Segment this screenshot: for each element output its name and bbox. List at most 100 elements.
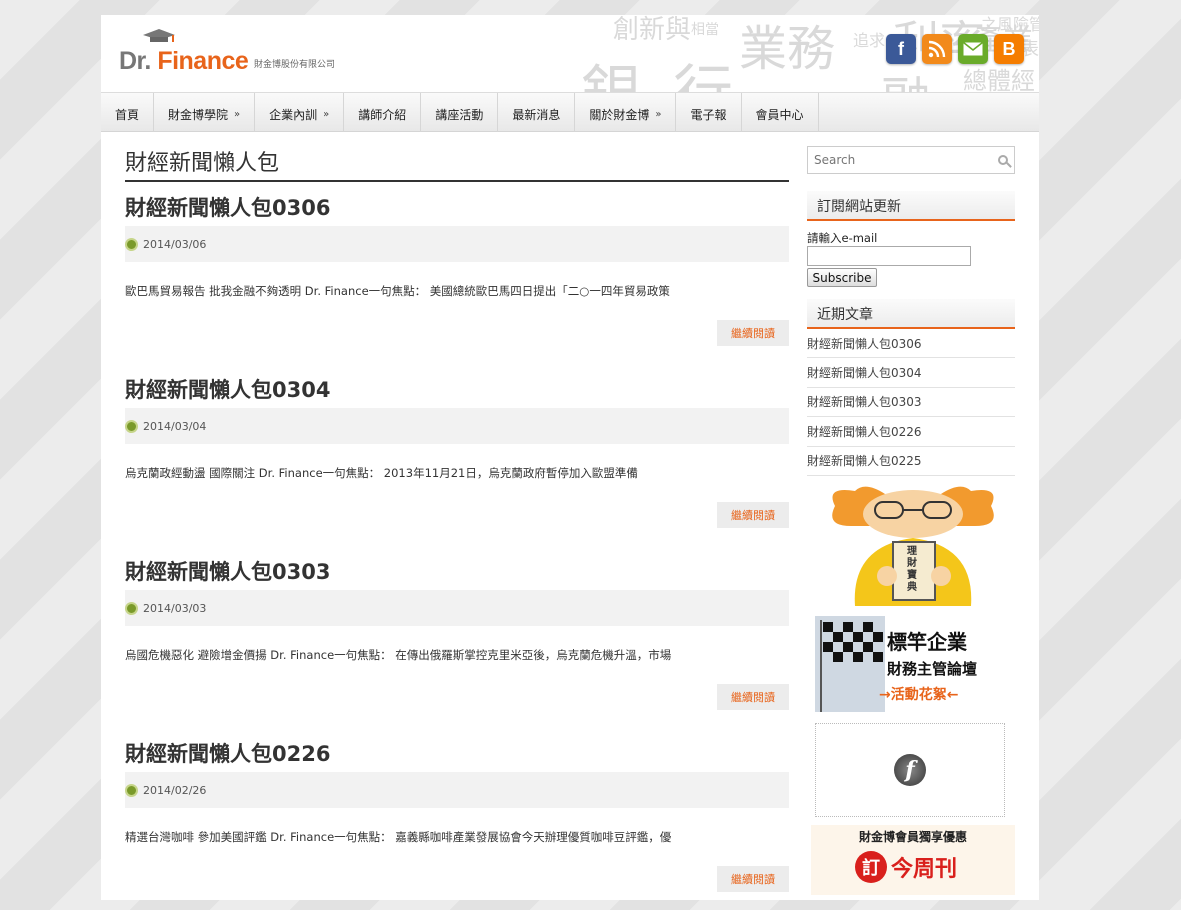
nav-label: 會員中心 bbox=[755, 108, 804, 122]
email-icon[interactable] bbox=[958, 34, 988, 64]
nav-item-seminars[interactable]: 講座活動 bbox=[421, 93, 499, 132]
rss-icon[interactable] bbox=[922, 34, 952, 64]
nav-item-about[interactable]: 關於財金博 » bbox=[575, 93, 677, 132]
sidebar: 訂閱網站更新 請輸入e-mail Subscribe 近期文章 財經新聞懶人包0… bbox=[807, 132, 1015, 895]
banner-offer-badge: 訂 bbox=[855, 850, 887, 883]
search-icon[interactable] bbox=[998, 155, 1008, 165]
main-nav: 首頁 財金博學院 » 企業內訓 » 講師介紹 講座活動 最新消息 關於財金博 » 電子… bbox=[101, 92, 1039, 132]
banner-line2: 財務主管論壇 bbox=[887, 659, 978, 678]
flash-plugin-icon: f bbox=[894, 753, 926, 786]
nav-label: 關於財金博 bbox=[589, 108, 650, 122]
clock-icon bbox=[125, 419, 138, 433]
forum-highlights-banner[interactable]: 標竿企業 財務主管論壇 →活動花絮← bbox=[815, 615, 999, 712]
read-more-button[interactable]: 繼續閱讀 bbox=[717, 502, 789, 528]
post-title-link[interactable]: 財經新聞懶人包0304 bbox=[125, 364, 789, 408]
nav-label: 電子報 bbox=[690, 108, 727, 122]
post-excerpt: 烏克蘭政經動盪 國際關注 Dr. Finance一句焦點： 2013年11月21… bbox=[125, 466, 638, 480]
nav-item-news[interactable]: 最新消息 bbox=[498, 93, 576, 132]
post-item: 財經新聞懶人包0304 2014/03/04 烏克蘭政經動盪 國際關注 Dr. … bbox=[125, 364, 789, 546]
clock-icon bbox=[125, 601, 138, 615]
recent-post-link[interactable]: 財經新聞懶人包0226 bbox=[807, 417, 1015, 447]
bg-word: 融 bbox=[881, 61, 931, 92]
flash-placeholder[interactable]: f bbox=[815, 722, 1005, 817]
recent-post-link[interactable]: 財經新聞懶人包0306 bbox=[807, 329, 1015, 359]
clock-icon bbox=[125, 237, 138, 251]
post-title-link[interactable]: 財經新聞懶人包0306 bbox=[125, 182, 789, 226]
facebook-glyph: f bbox=[898, 38, 904, 59]
nav-label: 企業內訓 bbox=[269, 108, 318, 122]
banner-book-title: 理財寶典 bbox=[907, 545, 917, 593]
blogger-icon[interactable]: B bbox=[994, 34, 1024, 64]
recent-post-link[interactable]: 財經新聞懶人包0304 bbox=[807, 358, 1015, 388]
checkered-flag-icon bbox=[815, 615, 885, 712]
page-container: 創新與 相當 業務 追求 利率 產業 之風險管理 行 總體經 表 銀 融 Dr.… bbox=[101, 15, 1039, 900]
bg-word: 業務 bbox=[739, 21, 836, 77]
bg-word: 追求 bbox=[853, 31, 886, 50]
post-meta: 2014/03/06 bbox=[125, 226, 789, 262]
page-title: 財經新聞懶人包 bbox=[125, 132, 789, 182]
banner-line3: →活動花絮← bbox=[879, 686, 959, 703]
nav-item-newsletter[interactable]: 電子報 bbox=[676, 93, 742, 132]
post-meta: 2014/02/26 bbox=[125, 772, 789, 808]
logo-wordmark: Dr. Finance bbox=[119, 47, 249, 76]
nav-label: 最新消息 bbox=[512, 108, 561, 122]
post-title-link[interactable]: 財經新聞懶人包0226 bbox=[125, 728, 789, 772]
nav-item-academy[interactable]: 財金博學院 » bbox=[154, 93, 256, 132]
recent-posts-title: 近期文章 bbox=[807, 299, 1015, 329]
site-header: 創新與 相當 業務 追求 利率 產業 之風險管理 行 總體經 表 銀 融 Dr.… bbox=[101, 15, 1039, 92]
post-date: 2014/03/03 bbox=[143, 601, 207, 615]
bg-word: 總體經 bbox=[963, 67, 1035, 92]
finance-book-banner[interactable]: 理財寶典 bbox=[825, 486, 1001, 606]
nav-item-home[interactable]: 首頁 bbox=[101, 93, 155, 132]
member-offer-banner[interactable]: 財金博會員獨享優惠 訂 今周刊 bbox=[811, 824, 1015, 895]
post-date: 2014/03/04 bbox=[143, 419, 207, 433]
nav-label: 財金博學院 bbox=[168, 108, 229, 122]
email-label: 請輸入e-mail bbox=[807, 231, 878, 245]
subscribe-widget-title: 訂閱網站更新 bbox=[807, 191, 1015, 221]
banner-offer-title: 財金博會員獨享優惠 bbox=[858, 829, 967, 844]
nav-item-instructors[interactable]: 講師介紹 bbox=[344, 93, 422, 132]
nav-label: 首頁 bbox=[115, 108, 140, 122]
graduation-cap-icon bbox=[143, 29, 175, 42]
bg-word: 相當 bbox=[691, 22, 719, 38]
post-excerpt: 歐巴馬貿易報告 批我金融不夠透明 Dr. Finance一句焦點： 美國總統歐巴… bbox=[125, 284, 670, 298]
bg-word: 行 bbox=[673, 45, 733, 92]
read-more-button[interactable]: 繼續閱讀 bbox=[717, 866, 789, 892]
site-logo[interactable]: Dr. Finance 財金博股份有限公司 bbox=[119, 29, 359, 79]
rss-glyph bbox=[928, 40, 946, 58]
nav-label: 講座活動 bbox=[435, 108, 484, 122]
banner-line1: 標竿企業 bbox=[887, 629, 967, 654]
nav-item-corporate-training[interactable]: 企業內訓 » bbox=[255, 93, 345, 132]
bg-word: 銀 bbox=[581, 45, 641, 92]
post-meta: 2014/03/04 bbox=[125, 408, 789, 444]
post-date: 2014/02/26 bbox=[143, 783, 207, 797]
post-date: 2014/03/06 bbox=[143, 237, 207, 251]
post-excerpt: 精選台灣咖啡 參加美國評鑑 Dr. Finance一句焦點： 嘉義縣咖啡產業發展… bbox=[125, 830, 672, 844]
subscribe-button[interactable]: Subscribe bbox=[807, 268, 877, 287]
banner-magazine-name: 今周刊 bbox=[891, 856, 958, 882]
search-input[interactable] bbox=[808, 153, 988, 167]
submenu-arrow-icon: » bbox=[655, 109, 662, 120]
read-more-button[interactable]: 繼續閱讀 bbox=[717, 684, 789, 710]
search-box bbox=[807, 146, 1015, 174]
blogger-glyph: B bbox=[1002, 38, 1016, 59]
read-more-button[interactable]: 繼續閱讀 bbox=[717, 320, 789, 346]
post-meta: 2014/03/03 bbox=[125, 590, 789, 626]
post-title-link[interactable]: 財經新聞懶人包0303 bbox=[125, 546, 789, 590]
bg-word: 之風險管理 bbox=[981, 15, 1039, 34]
post-item: 財經新聞懶人包0303 2014/03/03 烏國危機惡化 避險增金價揚 Dr.… bbox=[125, 546, 789, 728]
logo-finance: Finance bbox=[157, 47, 249, 75]
clock-icon bbox=[125, 783, 138, 797]
logo-dr: Dr. bbox=[119, 47, 151, 75]
bg-word: 創新與 bbox=[613, 15, 692, 45]
facebook-icon[interactable]: f bbox=[886, 34, 916, 64]
post-item: 財經新聞懶人包0226 2014/02/26 精選台灣咖啡 參加美國評鑑 Dr.… bbox=[125, 728, 789, 910]
email-field[interactable] bbox=[807, 246, 971, 266]
recent-post-link[interactable]: 財經新聞懶人包0225 bbox=[807, 447, 1015, 476]
nav-item-member-center[interactable]: 會員中心 bbox=[742, 93, 819, 132]
submenu-arrow-icon: » bbox=[234, 109, 241, 120]
post-excerpt: 烏國危機惡化 避險增金價揚 Dr. Finance一句焦點： 在傳出俄羅斯掌控克… bbox=[125, 648, 672, 662]
post-item: 財經新聞懶人包0306 2014/03/06 歐巴馬貿易報告 批我金融不夠透明 … bbox=[125, 182, 789, 364]
submenu-arrow-icon: » bbox=[323, 109, 330, 120]
recent-post-link[interactable]: 財經新聞懶人包0303 bbox=[807, 388, 1015, 418]
